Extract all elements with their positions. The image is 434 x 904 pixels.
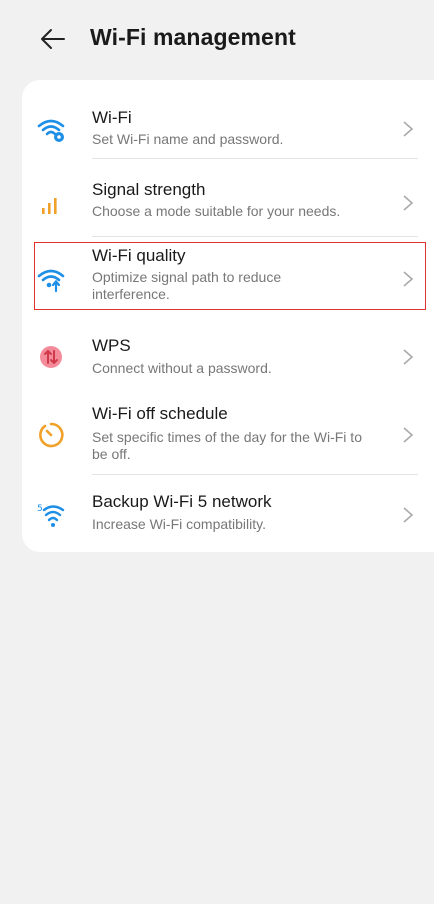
backup-wifi5-item[interactable]: 5 Backup Wi-Fi 5 network Increase Wi-Fi … — [22, 482, 434, 544]
wifi-off-schedule-item[interactable]: Wi-Fi off schedule Set specific times of… — [22, 396, 434, 472]
app-header: Wi-Fi management — [0, 0, 434, 76]
back-arrow-icon[interactable] — [38, 24, 68, 54]
divider — [92, 474, 418, 475]
wifi-settings-icon — [36, 114, 66, 144]
item-subtitle: Choose a mode suitable for your needs. — [92, 203, 341, 219]
item-title: Wi-Fi — [92, 108, 132, 127]
item-title: WPS — [92, 336, 131, 355]
wps-icon — [36, 342, 66, 372]
wps-item[interactable]: WPS Connect without a password. — [22, 324, 434, 388]
chevron-right-icon — [403, 121, 414, 137]
timer-icon — [36, 420, 66, 450]
signal-strength-item[interactable]: Signal strength Choose a mode suitable f… — [22, 170, 434, 236]
chevron-right-icon — [403, 427, 414, 443]
item-subtitle: Connect without a password. — [92, 360, 272, 376]
wifi5-icon: 5 — [36, 500, 66, 530]
item-subtitle: Increase Wi-Fi compatibility. — [92, 516, 267, 532]
wifi5-badge: 5 — [37, 504, 43, 514]
page-title: Wi-Fi management — [90, 24, 296, 50]
item-subtitle: Set specific times of the day for the Wi… — [92, 429, 362, 462]
divider — [92, 236, 418, 237]
item-title: Signal strength — [92, 180, 206, 199]
chevron-right-icon — [403, 507, 414, 523]
item-subtitle: Set Wi-Fi name and password. — [92, 131, 284, 147]
signal-bars-icon — [36, 188, 66, 218]
selection-highlight — [34, 242, 426, 310]
chevron-right-icon — [403, 349, 414, 365]
divider — [92, 158, 418, 159]
settings-card: Wi-Fi Set Wi-Fi name and password. Signa… — [22, 80, 434, 552]
chevron-right-icon — [403, 195, 414, 211]
item-title: Wi-Fi off schedule — [92, 404, 228, 423]
wifi-settings-item[interactable]: Wi-Fi Set Wi-Fi name and password. — [22, 98, 434, 160]
item-title: Backup Wi-Fi 5 network — [92, 492, 272, 511]
